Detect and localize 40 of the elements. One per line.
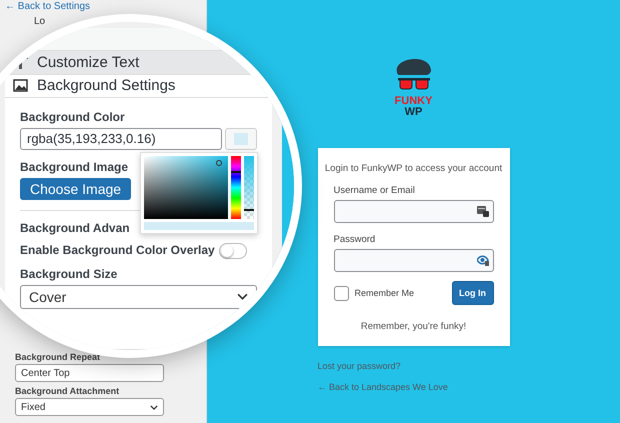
color-value-field[interactable]: rgba(35,193,233,0.16) — [20, 128, 222, 150]
slider-handle[interactable] — [244, 208, 254, 211]
login-intro: Login to FunkyWP to access your account — [324, 163, 502, 174]
logo-text: WP — [404, 107, 422, 118]
contact-card-icon — [476, 206, 488, 217]
back-to-site-link[interactable]: ← Back to Landscapes We Love — [318, 382, 448, 392]
background-size-select[interactable]: Cover — [20, 284, 257, 309]
image-icon — [13, 79, 28, 92]
field-label: Background Size — [20, 266, 118, 281]
color-swatch-button[interactable] — [225, 128, 257, 150]
section-title: Background Settings — [37, 77, 176, 94]
chevron-down-icon — [237, 293, 248, 300]
eye-icon — [476, 255, 488, 266]
slider-handle[interactable] — [231, 171, 241, 174]
tagline: Remember, you're funky! — [360, 321, 466, 332]
chevron-down-icon — [150, 404, 158, 410]
opacity-slider[interactable] — [244, 156, 254, 219]
hue-slider[interactable] — [231, 156, 241, 219]
menu-item[interactable]: Lo — [34, 16, 46, 27]
password-field[interactable] — [334, 249, 494, 272]
choose-image-button[interactable]: Choose Image — [20, 178, 132, 200]
section-title: Customize Text — [37, 54, 140, 71]
overlay-toggle[interactable] — [218, 242, 247, 259]
field-label: Background Image — [20, 160, 128, 174]
section-heading: Background Advan — [20, 220, 130, 235]
field-label: Background Attachment — [15, 386, 120, 396]
log-in-button[interactable]: Log In — [452, 281, 494, 305]
logo-text: FUNKY — [394, 96, 432, 107]
color-field[interactable] — [144, 156, 228, 219]
back-to-settings-link[interactable]: ← Back to Settings — [0, 0, 96, 13]
field-label: Background Color — [20, 110, 125, 124]
field-label: Username or Email — [334, 185, 415, 196]
field-label: Password — [334, 234, 376, 245]
field-label: Background Repeat — [15, 352, 100, 362]
background-repeat-select[interactable]: Center Top — [15, 364, 164, 382]
remember-me-label: Remember Me — [354, 288, 414, 298]
remember-me-checkbox[interactable] — [334, 286, 348, 300]
username-field[interactable] — [334, 200, 494, 223]
background-attachment-select[interactable]: Fixed — [15, 398, 164, 416]
toggle-label: Enable Background Color Overlay — [20, 242, 215, 257]
